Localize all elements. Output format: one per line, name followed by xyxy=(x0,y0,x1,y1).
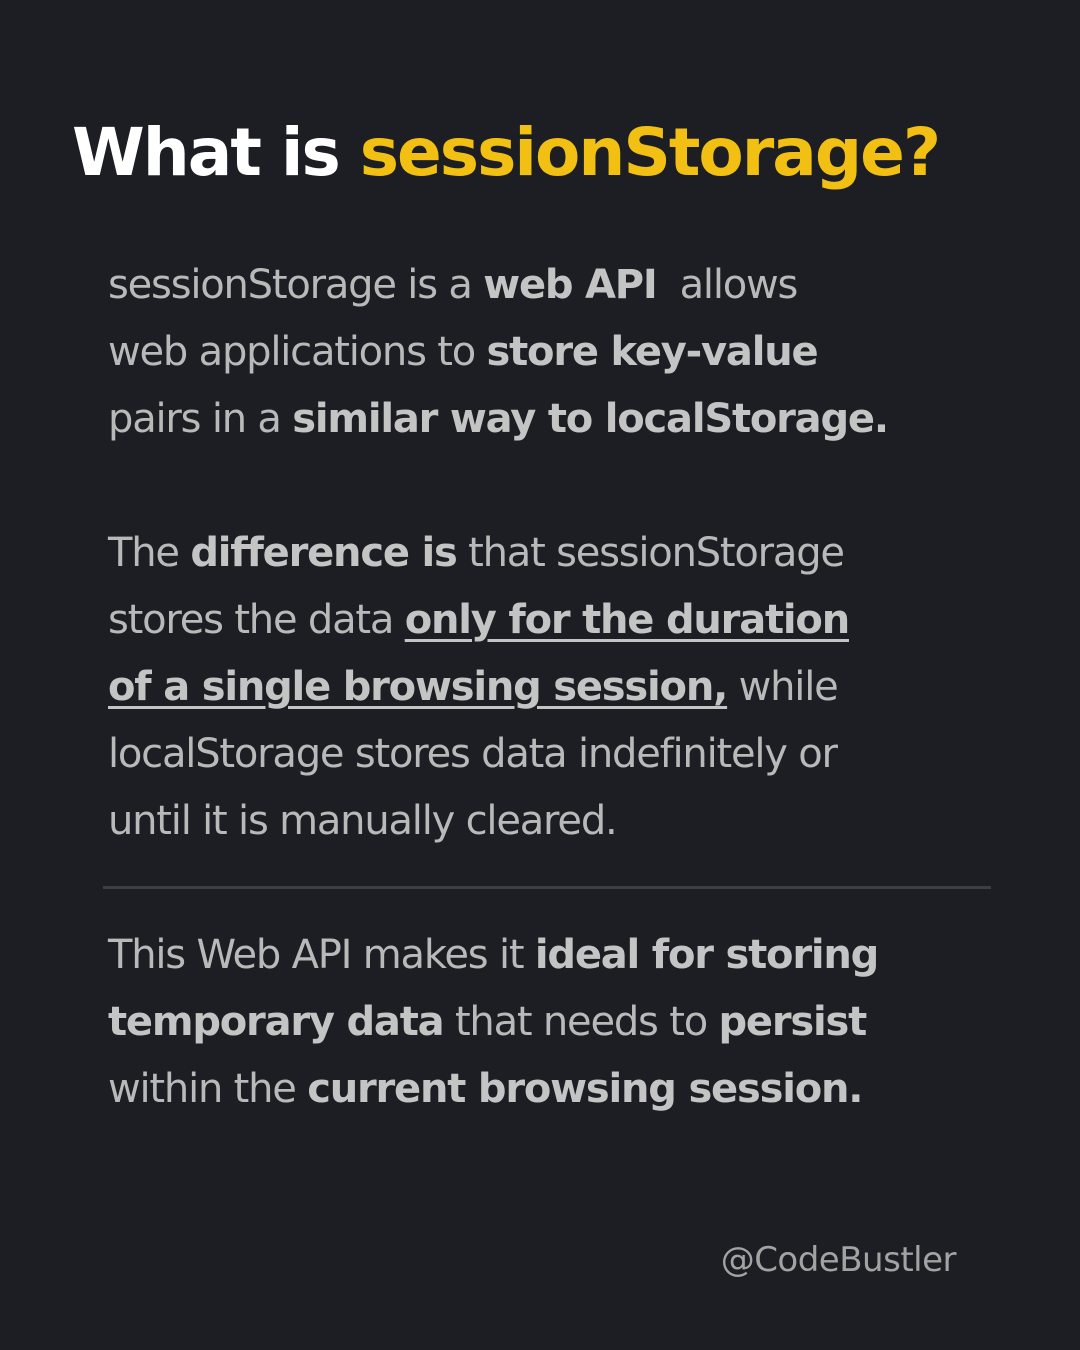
body-text: sessionStorage is a web API allows web a… xyxy=(108,252,1008,855)
body-text-summary: This Web API makes it ideal for storing … xyxy=(108,922,1008,1123)
emphasis-segment: web API xyxy=(483,262,658,308)
emphasis-segment: temporary data xyxy=(108,999,445,1045)
text-segment: pairs in a xyxy=(108,396,293,442)
section-divider xyxy=(103,886,991,889)
emphasis-segment: ideal for storing xyxy=(534,932,879,978)
text-segment: This Web API makes it xyxy=(108,932,535,978)
paragraph-2-line-2: stores the data only for the duration xyxy=(108,587,1008,654)
emphasis-segment: difference is xyxy=(190,530,457,576)
text-segment: localStorage stores data indefinitely or xyxy=(108,731,838,777)
author-handle: @CodeBustler xyxy=(720,1240,957,1280)
paragraph-2-line-4: localStorage stores data indefinitely or xyxy=(108,721,1008,788)
text-segment: within the xyxy=(108,1066,308,1112)
paragraph-3-line-2: temporary data that needs to persist xyxy=(108,989,1008,1056)
paragraph-1-line-3: pairs in a similar way to localStorage. xyxy=(108,386,1008,453)
paragraph-2-line-5: until it is manually cleared. xyxy=(108,788,1008,855)
underlined-emphasis: of a single browsing session, xyxy=(108,664,728,710)
text-segment: sessionStorage is a xyxy=(108,262,484,308)
emphasis-segment: similar way to localStorage. xyxy=(292,396,889,442)
title-prefix: What is xyxy=(72,114,341,191)
paragraph-3-line-3: within the current browsing session. xyxy=(108,1056,1008,1123)
emphasis-segment: persist xyxy=(718,999,868,1045)
paragraph-2-line-3: of a single browsing session, while xyxy=(108,654,1008,721)
post-slide: { "title": { "prefix": "What is", "highl… xyxy=(0,0,1080,1350)
title-highlight: sessionStorage? xyxy=(359,114,941,191)
text-segment: that needs to xyxy=(443,999,719,1045)
text-segment: while xyxy=(727,664,839,710)
text-segment: stores the data xyxy=(108,597,405,643)
paragraph-2-line-1: The difference is that sessionStorage xyxy=(108,520,1008,587)
paragraph-1-line-1: sessionStorage is a web API allows xyxy=(108,252,1008,319)
page-title: What is sessionStorage? xyxy=(72,108,941,198)
text-segment: allows xyxy=(656,262,799,308)
paragraph-1-line-2: web applications to store key-value xyxy=(108,319,1008,386)
text-segment: that sessionStorage xyxy=(456,530,845,576)
paragraph-3-line-1: This Web API makes it ideal for storing xyxy=(108,922,1008,989)
underlined-text: only for the duration xyxy=(404,597,850,643)
text-segment: web applications to xyxy=(108,329,487,375)
text-segment: until it is manually cleared. xyxy=(108,798,618,844)
text-segment: The xyxy=(108,530,191,576)
emphasis-segment: store key-value xyxy=(486,329,819,375)
underlined-text: of a single browsing session, xyxy=(108,664,728,710)
underlined-emphasis: only for the duration xyxy=(404,597,850,643)
emphasis-segment: current browsing session. xyxy=(307,1066,863,1112)
